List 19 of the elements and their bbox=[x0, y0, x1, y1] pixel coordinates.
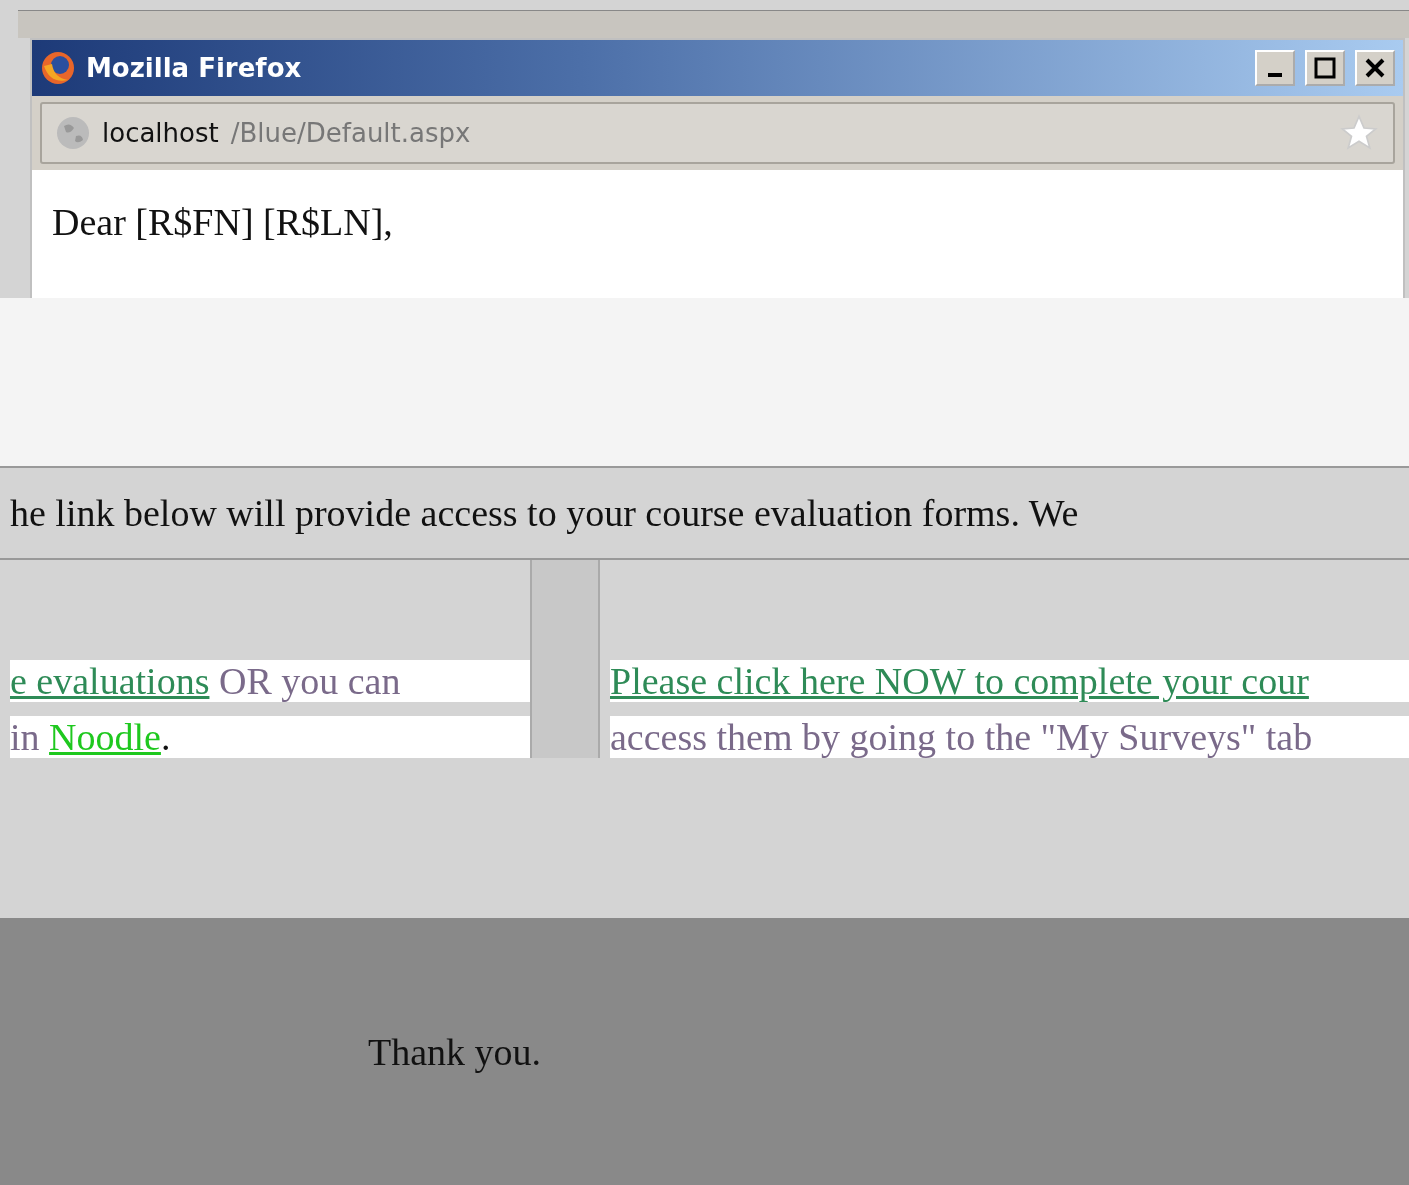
body-text: he link below will provide access to your course evaluation forms. We bbox=[10, 491, 1079, 535]
address-field[interactable]: localhost /Blue/Default.aspx bbox=[40, 102, 1395, 164]
body-text: . bbox=[160, 716, 171, 758]
window-title: Mozilla Firefox bbox=[86, 53, 303, 83]
closing-text: Thank you. bbox=[368, 1029, 542, 1074]
maximize-button[interactable] bbox=[1305, 50, 1345, 86]
body-text: OR you can bbox=[217, 660, 401, 702]
close-button[interactable] bbox=[1355, 50, 1395, 86]
noodle-link[interactable]: Noodle bbox=[49, 716, 161, 758]
evaluations-link[interactable]: e evaluations bbox=[10, 660, 210, 702]
minimize-icon bbox=[1268, 73, 1282, 77]
body-text: in bbox=[10, 716, 41, 758]
globe-icon bbox=[56, 116, 90, 150]
greeting-text: Dear [R$FN] [R$LN], bbox=[52, 201, 393, 243]
close-icon bbox=[1364, 57, 1386, 79]
minimize-button[interactable] bbox=[1255, 50, 1295, 86]
body-text: access them by going to the "My Surveys" tab bbox=[610, 716, 1313, 758]
browser-logo-icon bbox=[40, 50, 76, 86]
maximize-icon bbox=[1314, 57, 1336, 79]
